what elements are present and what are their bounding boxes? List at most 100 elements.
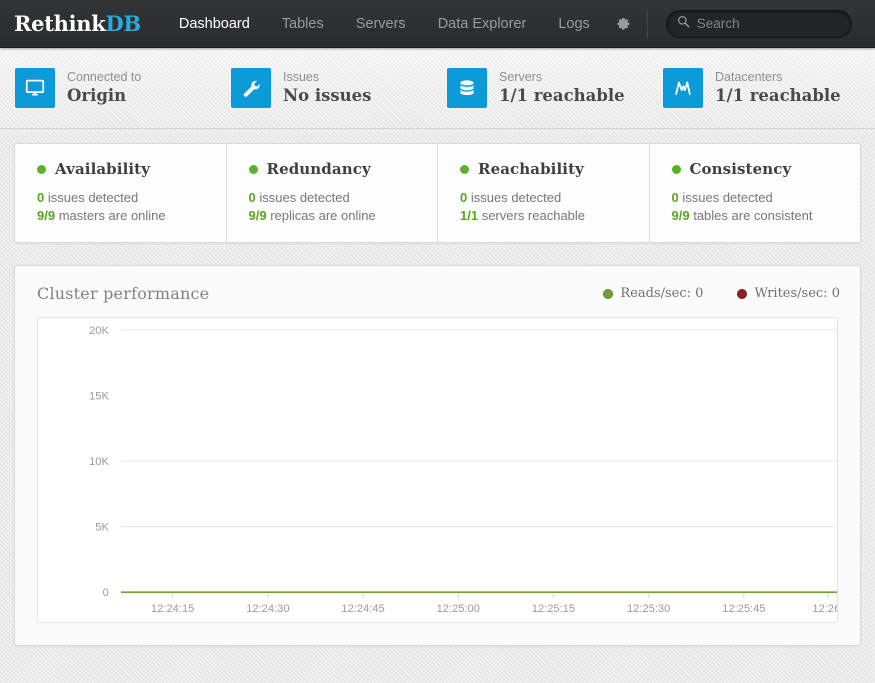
issue-card-line-2: 1/1 servers reachable xyxy=(460,207,649,225)
status-item-datacenters: Datacenters 1/1 reachable xyxy=(648,68,864,108)
x-tick-label: 12:24:15 xyxy=(151,603,194,615)
chart-x-axis-ticks xyxy=(172,592,829,599)
legend-dot-writes-icon xyxy=(737,288,748,299)
x-tick-label: 12:24:45 xyxy=(341,603,384,615)
y-tick-label: 10K xyxy=(89,456,109,468)
cluster-performance-title: Cluster performance xyxy=(37,284,210,303)
y-tick-label: 15K xyxy=(89,391,109,403)
issue-card-line-1-value: 0 xyxy=(671,190,679,205)
legend-label-writes: Writes/sec: 0 xyxy=(754,286,840,301)
issue-card-redundancy: Redundancy 0 issues detected 9/9 replica… xyxy=(227,144,438,242)
chart-x-axis-labels: 12:24:15 12:24:30 12:24:45 12:25:00 12:2… xyxy=(151,603,837,615)
chart-gridlines xyxy=(121,329,837,593)
x-tick-label: 12:24:30 xyxy=(246,603,289,615)
cluster-issues-summary: Availability 0 issues detected 9/9 maste… xyxy=(14,143,861,243)
issue-card-line-1: 0 issues detected xyxy=(249,189,438,207)
status-label: Issues xyxy=(283,69,320,84)
logo-text-accent: DB xyxy=(105,11,141,36)
x-tick-label: 12:25:15 xyxy=(532,603,575,615)
x-tick-label: 12:26: xyxy=(812,603,837,615)
issue-card-line-1: 0 issues detected xyxy=(672,189,861,207)
status-item-issues: Issues No issues xyxy=(216,68,432,108)
gear-icon xyxy=(614,15,631,32)
nav-divider xyxy=(646,8,648,39)
issue-card-line-2-value: 9/9 xyxy=(37,208,56,224)
issue-card-title: Consistency xyxy=(689,160,792,178)
issue-card-availability: Availability 0 issues detected 9/9 maste… xyxy=(15,144,227,242)
status-item-servers: Servers 1/1 reachable xyxy=(432,68,648,108)
monitor-icon xyxy=(15,68,55,108)
status-dot-icon xyxy=(671,164,681,174)
issue-card-line-1-text: issues detected xyxy=(47,190,139,205)
status-value: 1/1 reachable xyxy=(715,86,841,106)
nav-links: Dashboard Tables Servers Data Explorer L… xyxy=(163,0,606,47)
issue-card-line-1-value: 0 xyxy=(37,190,45,205)
status-label: Servers xyxy=(499,69,543,84)
top-navigation-bar: RethinkDB Dashboard Tables Servers Data … xyxy=(0,0,875,48)
nav-item-servers[interactable]: Servers xyxy=(340,0,422,48)
issue-card-reachability: Reachability 0 issues detected 1/1 serve… xyxy=(438,144,650,242)
status-value: No issues xyxy=(283,86,372,106)
nav-item-logs[interactable]: Logs xyxy=(542,0,605,48)
issue-card-line-1-text: issues detected xyxy=(259,190,350,205)
status-label: Datacenters xyxy=(715,69,783,84)
issue-card-title: Redundancy xyxy=(266,160,371,178)
issue-card-title: Availability xyxy=(55,160,151,178)
status-dot-icon xyxy=(248,164,258,174)
issue-card-line-1-text: issues detected xyxy=(470,190,562,205)
issue-card-line-2-value: 9/9 xyxy=(248,208,267,224)
settings-button[interactable] xyxy=(606,15,645,32)
x-tick-label: 12:25:45 xyxy=(722,603,765,615)
cluster-performance-header: Cluster performance Reads/sec: 0 Writes/… xyxy=(15,266,860,317)
search-box[interactable] xyxy=(665,9,874,38)
legend-item-reads: Reads/sec: 0 xyxy=(603,286,703,301)
issue-card-line-2: 9/9 masters are online xyxy=(37,207,226,225)
issue-card-line-2-value: 9/9 xyxy=(671,208,690,224)
issue-card-line-2-text: replicas are online xyxy=(270,208,376,224)
status-dot-icon xyxy=(460,164,469,174)
x-tick-label: 12:25:00 xyxy=(437,603,480,615)
nav-item-dashboard[interactable]: Dashboard xyxy=(163,0,266,48)
status-value: 1/1 reachable xyxy=(499,86,625,106)
cluster-performance-panel: Cluster performance Reads/sec: 0 Writes/… xyxy=(14,265,861,646)
datacenter-icon xyxy=(663,68,703,108)
chart-svg: 20K 15K 10K 5K 0 12:24:15 12:24:30 12:24… xyxy=(89,325,837,615)
issue-card-line-1: 0 issues detected xyxy=(460,189,649,207)
legend-label-reads: Reads/sec: 0 xyxy=(620,286,704,301)
chart-legend: Reads/sec: 0 Writes/sec: 0 xyxy=(569,286,840,301)
issue-card-line-1-value: 0 xyxy=(460,190,468,205)
issue-card-title: Reachability xyxy=(478,160,584,178)
y-tick-label: 20K xyxy=(89,325,109,337)
issue-card-line-2-text: tables are consistent xyxy=(693,208,813,224)
cluster-performance-chart[interactable]: 20K 15K 10K 5K 0 12:24:15 12:24:30 12:24… xyxy=(37,317,838,623)
nav-item-data-explorer[interactable]: Data Explorer xyxy=(422,0,543,48)
logo-text-primary: Rethink xyxy=(14,11,106,36)
status-value: Origin xyxy=(67,86,127,106)
status-item-connected-to: Connected to Origin xyxy=(0,68,216,108)
issue-card-line-2-value: 1/1 xyxy=(460,208,479,224)
y-tick-label: 5K xyxy=(95,522,109,534)
app-logo[interactable]: RethinkDB xyxy=(0,13,141,34)
database-icon xyxy=(447,68,487,108)
issue-card-line-2: 9/9 replicas are online xyxy=(249,207,438,225)
legend-dot-reads-icon xyxy=(603,288,614,299)
search-input[interactable] xyxy=(696,16,874,31)
issue-card-line-1-value: 0 xyxy=(248,190,256,205)
x-tick-label: 12:25:30 xyxy=(627,603,670,615)
nav-item-tables[interactable]: Tables xyxy=(266,0,340,48)
issue-card-line-1-text: issues detected xyxy=(682,190,773,205)
status-dot-icon xyxy=(37,164,46,174)
legend-item-writes: Writes/sec: 0 xyxy=(737,286,840,301)
issue-card-consistency: Consistency 0 issues detected 9/9 tables… xyxy=(650,144,861,242)
status-label: Connected to xyxy=(67,69,142,84)
wrench-icon xyxy=(231,68,271,108)
y-tick-label: 0 xyxy=(103,587,109,599)
chart-y-axis-labels: 20K 15K 10K 5K 0 xyxy=(89,325,109,599)
issue-card-line-2: 9/9 tables are consistent xyxy=(672,207,861,225)
issue-card-line-2-text: masters are online xyxy=(58,208,166,224)
issue-card-line-2-text: servers reachable xyxy=(481,208,586,224)
search-icon xyxy=(677,15,697,33)
main-content: Availability 0 issues detected 9/9 maste… xyxy=(0,129,875,646)
issue-card-line-1: 0 issues detected xyxy=(37,189,226,207)
cluster-status-bar: Connected to Origin Issues No issues Ser… xyxy=(0,48,875,129)
